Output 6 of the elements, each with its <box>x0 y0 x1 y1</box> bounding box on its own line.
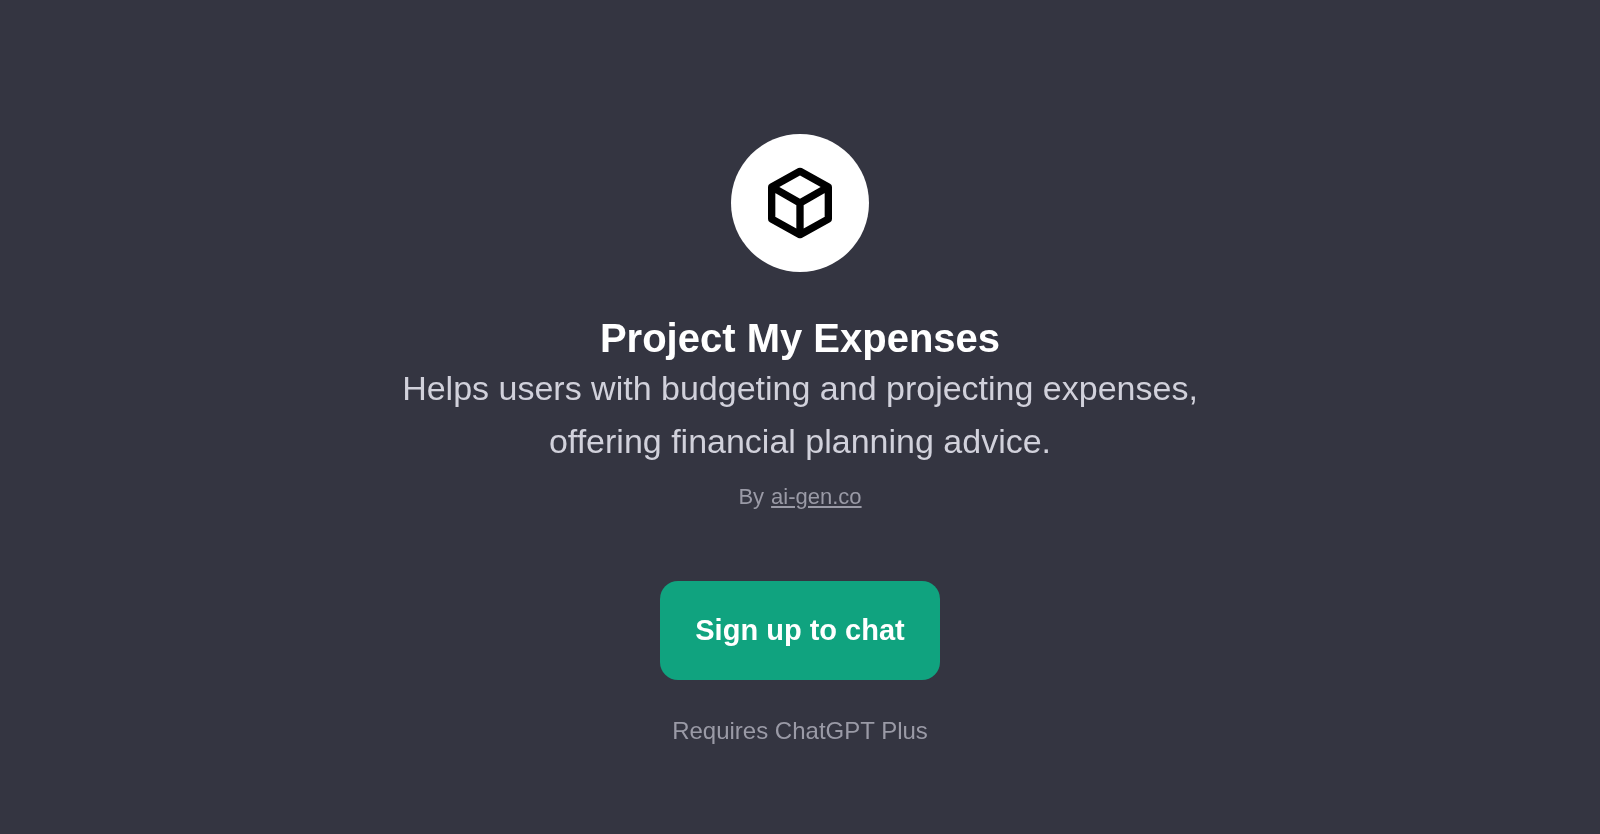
requirement-note: Requires ChatGPT Plus <box>672 716 928 746</box>
author-link[interactable]: ai-gen.co <box>771 480 862 513</box>
byline-label: By <box>738 483 765 511</box>
gpt-description: Helps users with budgeting and projecting expenses, offering financial planning advice. <box>401 368 1199 462</box>
sign-up-button[interactable]: Sign up to chat <box>660 581 940 680</box>
gpt-title: Project My Expenses <box>599 315 1001 362</box>
